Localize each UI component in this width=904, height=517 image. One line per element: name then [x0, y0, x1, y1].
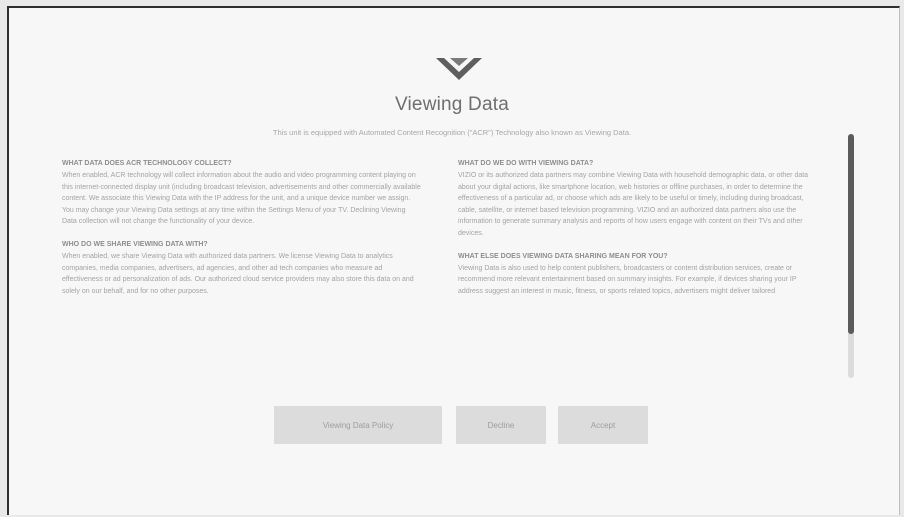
- right-column-scroll-area[interactable]: WHAT DO WE DO WITH VIEWING DATA? VIZIO o…: [458, 158, 816, 374]
- dialog-title: Viewing Data: [394, 94, 509, 115]
- section-heading: WHAT DO WE DO WITH VIEWING DATA?: [458, 160, 594, 167]
- scrollbar-thumb[interactable]: [848, 134, 854, 334]
- section-body: When enabled, ACR technology will collec…: [62, 172, 421, 226]
- section-body: Viewing Data is also used to help conten…: [458, 264, 797, 295]
- section-body: VIZIO or its authorized data partners ma…: [458, 172, 809, 237]
- section-body: When enabled, we share Viewing Data with…: [62, 252, 414, 295]
- left-column: WHAT DATA DOES ACR TECHNOLOGY COLLECT? W…: [62, 158, 422, 308]
- vizio-v-logo-icon: [436, 58, 482, 80]
- section-heading: WHO DO WE SHARE VIEWING DATA WITH?: [62, 240, 208, 248]
- viewing-data-policy-button[interactable]: Viewing Data Policy: [274, 406, 442, 444]
- section-what-else: WHAT ELSE DOES VIEWING DATA SHARING MEAN…: [458, 251, 816, 298]
- dialog-subtitle: This unit is equipped with Automated Con…: [272, 128, 632, 137]
- section-acr-collect: WHAT DATA DOES ACR TECHNOLOGY COLLECT? W…: [62, 158, 422, 228]
- section-what-we-do: WHAT DO WE DO WITH VIEWING DATA? VIZIO o…: [458, 158, 816, 240]
- decline-button[interactable]: Decline: [456, 406, 546, 444]
- section-heading: WHAT DATA DOES ACR TECHNOLOGY COLLECT?: [62, 160, 232, 167]
- section-share: WHO DO WE SHARE VIEWING DATA WITH? When …: [62, 239, 422, 297]
- section-heading: WHAT ELSE DOES VIEWING DATA SHARING MEAN…: [458, 252, 668, 260]
- accept-button[interactable]: Accept: [558, 406, 648, 444]
